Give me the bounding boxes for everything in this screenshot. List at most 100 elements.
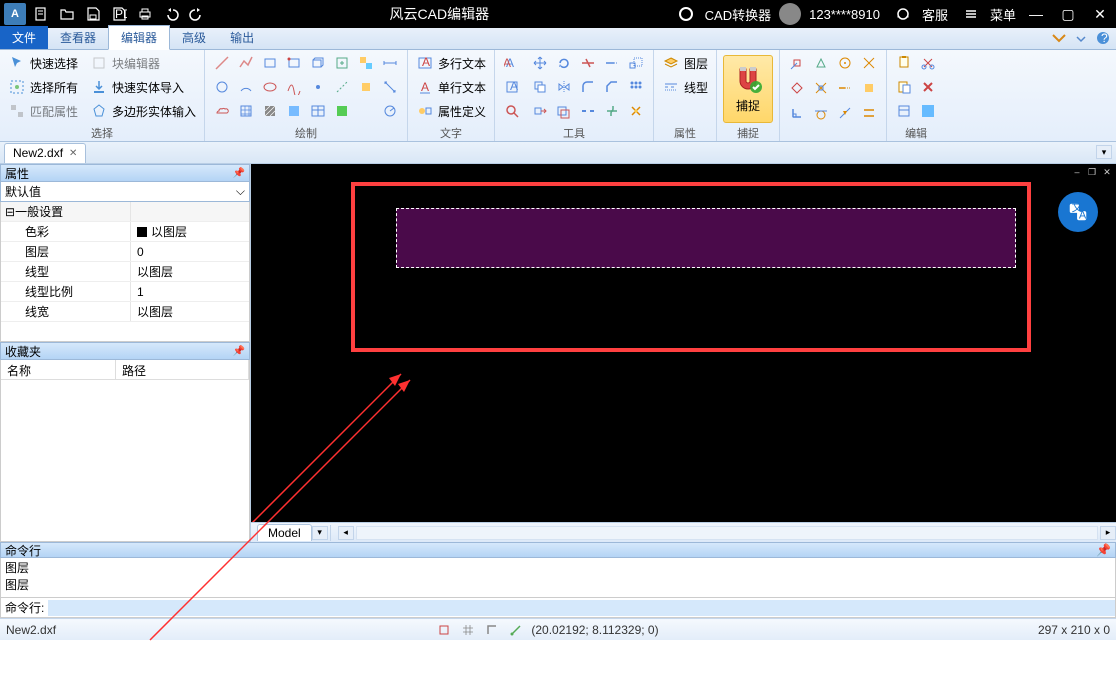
- select-all-button[interactable]: 选择所有: [6, 76, 80, 98]
- ellipse-icon[interactable]: [259, 76, 281, 98]
- converter-icon[interactable]: [675, 3, 697, 25]
- tab-output[interactable]: 输出: [218, 26, 266, 49]
- canvas-restore-icon[interactable]: ❐: [1085, 166, 1099, 178]
- redo-icon[interactable]: [186, 3, 208, 25]
- find-icon[interactable]: [501, 100, 523, 122]
- scale-icon[interactable]: [625, 52, 647, 74]
- status-ortho-icon[interactable]: [483, 622, 501, 638]
- fav-col-name[interactable]: 名称: [1, 360, 116, 379]
- support-icon[interactable]: [892, 3, 914, 25]
- block-insert-icon[interactable]: [355, 52, 377, 74]
- rect3p-icon[interactable]: [283, 52, 305, 74]
- avatar-icon[interactable]: [779, 3, 801, 25]
- tab-file[interactable]: 文件: [0, 26, 48, 49]
- filetab-dropdown-icon[interactable]: ▾: [1096, 145, 1112, 159]
- prop-row-lineweight[interactable]: 线宽以图层: [1, 302, 249, 322]
- prop-section-general[interactable]: ⊟ 一般设置: [1, 202, 249, 222]
- dim2-icon[interactable]: [379, 76, 401, 98]
- menu-icon[interactable]: [960, 3, 982, 25]
- solid-hatch-icon[interactable]: [259, 100, 281, 122]
- snap-par-icon[interactable]: [858, 102, 880, 124]
- support-link[interactable]: 客服: [922, 5, 948, 24]
- pin-icon[interactable]: 📌: [233, 168, 245, 179]
- save-icon[interactable]: [82, 3, 104, 25]
- stretch-icon[interactable]: [529, 100, 551, 122]
- model-tab[interactable]: Model: [257, 524, 312, 541]
- text-button[interactable]: A单行文本: [414, 76, 488, 98]
- open-file-icon[interactable]: [56, 3, 78, 25]
- attrdef-button[interactable]: 属性定义: [414, 100, 488, 122]
- quick-select-button[interactable]: 快速选择: [6, 52, 80, 74]
- hscroll-track[interactable]: [356, 526, 1098, 540]
- insert-icon[interactable]: [331, 52, 353, 74]
- mirror-icon[interactable]: [553, 76, 575, 98]
- table-icon[interactable]: [307, 100, 329, 122]
- region-icon[interactable]: [283, 100, 305, 122]
- snap-mid-icon[interactable]: [810, 52, 832, 74]
- hscroll-right-icon[interactable]: ▸: [1100, 526, 1116, 540]
- explode-icon[interactable]: [625, 100, 647, 122]
- dim-icon[interactable]: [379, 52, 401, 74]
- snap-tan-icon[interactable]: [810, 102, 832, 124]
- array-icon[interactable]: [625, 76, 647, 98]
- tab-editor[interactable]: 编辑器: [108, 25, 170, 50]
- print-icon[interactable]: [134, 3, 156, 25]
- fillet-icon[interactable]: [577, 76, 599, 98]
- converter-link[interactable]: CAD转换器: [705, 5, 771, 24]
- construction-icon[interactable]: [355, 76, 377, 98]
- snap-node-icon[interactable]: [858, 52, 880, 74]
- prop-row-linetype[interactable]: 线型以图层: [1, 262, 249, 282]
- canvas-close-icon[interactable]: ✕: [1100, 166, 1114, 178]
- snap-ext-icon[interactable]: [834, 77, 856, 99]
- snap-ins-icon[interactable]: [858, 77, 880, 99]
- translate-fab-icon[interactable]: 文A: [1058, 192, 1098, 232]
- wipeout-icon[interactable]: [331, 100, 353, 122]
- snap-perp-icon[interactable]: [786, 102, 808, 124]
- block-edit-button[interactable]: 块编辑器: [88, 52, 198, 74]
- props-edit-icon[interactable]: [893, 100, 915, 122]
- snap-button[interactable]: 捕捉: [723, 55, 773, 123]
- prop-row-layer[interactable]: 图层0: [1, 242, 249, 262]
- save-pdf-icon[interactable]: PDF: [108, 3, 130, 25]
- hscroll-left-icon[interactable]: ◂: [338, 526, 354, 540]
- rect-icon[interactable]: [259, 52, 281, 74]
- style-icon[interactable]: A: [501, 76, 523, 98]
- copyclip-icon[interactable]: [893, 52, 915, 74]
- chamfer-icon[interactable]: [601, 76, 623, 98]
- solid-import-button[interactable]: 快速实体导入: [88, 76, 198, 98]
- delete-icon[interactable]: [917, 76, 939, 98]
- expand-icon[interactable]: [1072, 30, 1090, 46]
- property-filter-dropdown[interactable]: 默认值 ⌵: [0, 182, 250, 202]
- paste-icon[interactable]: [893, 76, 915, 98]
- ray-icon[interactable]: [331, 76, 353, 98]
- poly-import-button[interactable]: 多边形实体输入: [88, 100, 198, 122]
- polyline-icon[interactable]: [235, 52, 257, 74]
- break-icon[interactable]: [577, 100, 599, 122]
- close-button[interactable]: ✕: [1088, 4, 1112, 24]
- mirror-text-icon[interactable]: AA: [501, 52, 523, 74]
- hatch-icon[interactable]: [235, 100, 257, 122]
- rotate-icon[interactable]: [553, 52, 575, 74]
- copy-icon[interactable]: [529, 76, 551, 98]
- minimize-button[interactable]: —: [1024, 4, 1048, 24]
- maximize-button[interactable]: ▢: [1056, 4, 1080, 24]
- move-icon[interactable]: [529, 52, 551, 74]
- drawing-canvas[interactable]: – ❐ ✕ 文A: [251, 164, 1116, 522]
- arc-icon[interactable]: [235, 76, 257, 98]
- pin-icon[interactable]: 📌: [1096, 543, 1111, 557]
- join-icon[interactable]: [601, 100, 623, 122]
- cut-icon[interactable]: [917, 52, 939, 74]
- snap-quad-icon[interactable]: [786, 77, 808, 99]
- offset-icon[interactable]: [553, 100, 575, 122]
- canvas-min-icon[interactable]: –: [1070, 166, 1084, 178]
- layer-button[interactable]: 图层: [660, 52, 710, 74]
- spline-icon[interactable]: [283, 76, 305, 98]
- help-icon[interactable]: ?: [1094, 30, 1112, 46]
- tab-advanced[interactable]: 高级: [170, 26, 218, 49]
- snap-int-icon[interactable]: [810, 77, 832, 99]
- status-snap-icon[interactable]: [435, 622, 453, 638]
- box-icon[interactable]: [307, 52, 329, 74]
- point-icon[interactable]: [307, 76, 329, 98]
- pin-icon[interactable]: 📌: [233, 346, 245, 357]
- status-grid-icon[interactable]: [459, 622, 477, 638]
